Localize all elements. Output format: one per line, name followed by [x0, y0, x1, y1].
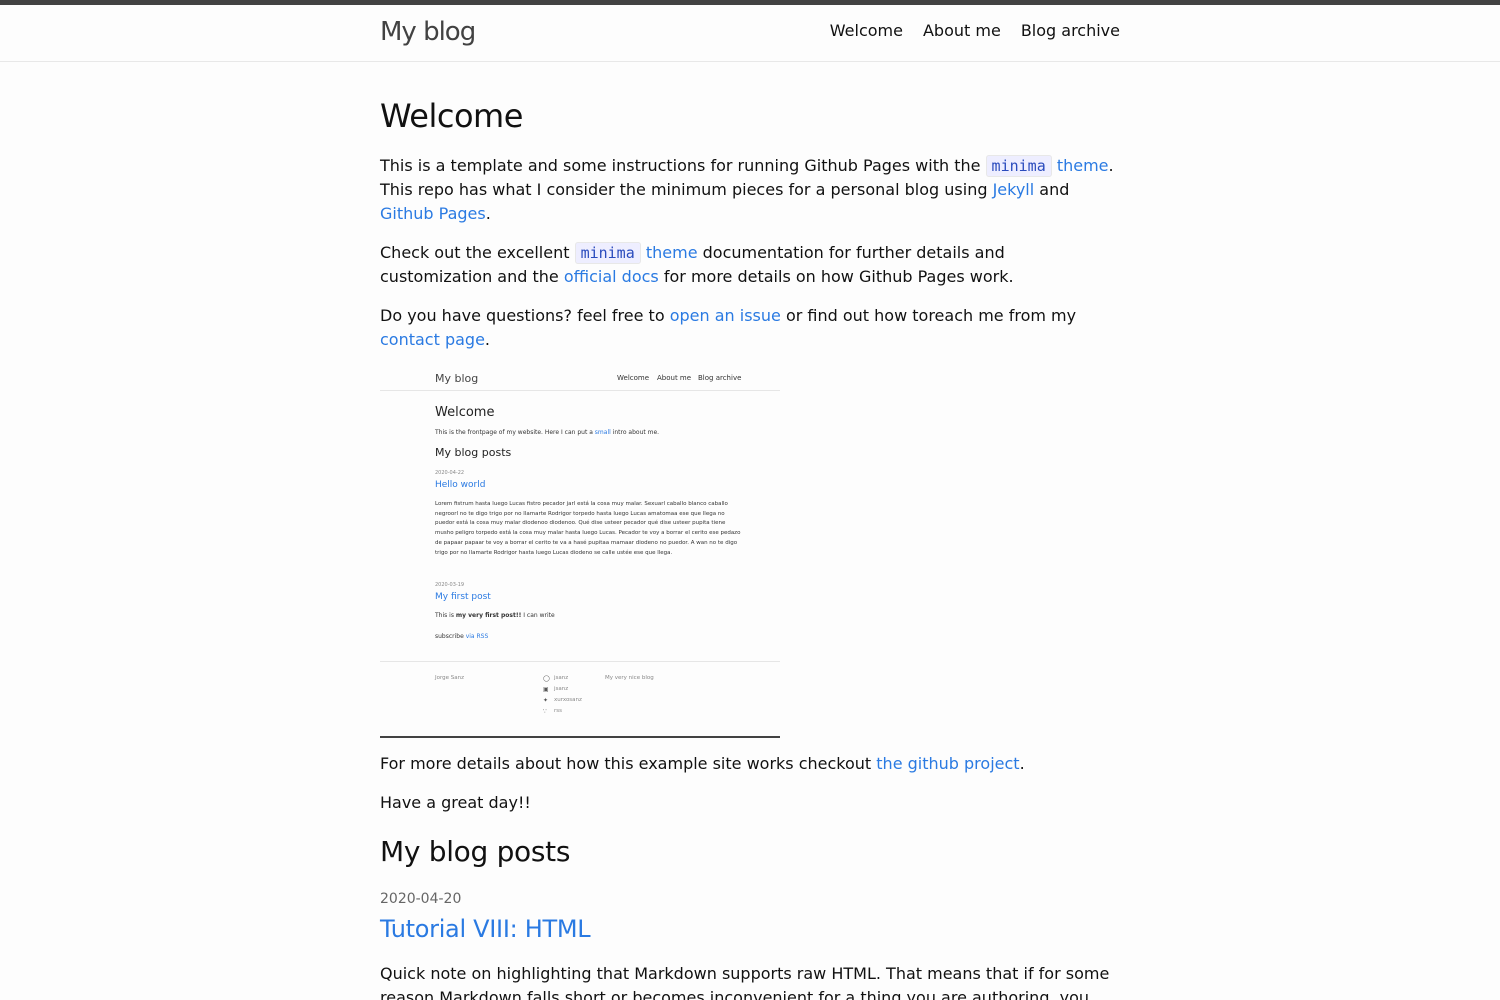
page-title: Welcome	[380, 97, 523, 135]
post-title-link[interactable]: Tutorial VIII: HTML	[380, 911, 591, 947]
post-excerpt: Quick note on highlighting that Markdown…	[380, 964, 1110, 1000]
shot-twitter-icon: ✦	[543, 697, 549, 704]
shot-footer-link-linkedin: jsanz	[554, 686, 569, 692]
shot-subscribe: subscribe via RSS	[435, 633, 489, 640]
shot-footer-description: My very nice blog	[605, 675, 654, 681]
site-title-link[interactable]: My blog	[380, 15, 476, 49]
shot-post2-excerpt: This is my very first post!! I can write	[435, 612, 555, 619]
shot-post1-title: Hello world	[435, 480, 486, 490]
shot-linkedin-icon: ▣	[543, 686, 549, 693]
shot-post2-title: My first post	[435, 592, 491, 602]
docs-paragraph: Check out the excellent minima theme doc…	[380, 242, 1014, 286]
shot-posts-heading: My blog posts	[435, 446, 512, 459]
shot-github-icon: ◯	[543, 675, 550, 682]
questions-paragraph: Do you have questions? feel free to open…	[380, 306, 1077, 349]
site-header: My blog Welcome About me Blog archive	[0, 5, 1500, 62]
shot-nav-welcome: Welcome	[617, 374, 650, 382]
intro-paragraph: This is a template and some instructions…	[380, 155, 1114, 223]
shot-footer-name: Jorge Sanz	[435, 675, 465, 681]
shot-footer-link-rss: rss	[554, 708, 562, 714]
post-date: 2020-04-20	[380, 891, 462, 907]
shot-footer-link-github: jsanz	[554, 675, 569, 681]
shot-nav-archive: Blog archive	[698, 374, 742, 382]
shot-footer-link-twitter: xurxosanz	[554, 697, 582, 703]
minima-theme-link[interactable]: minima theme	[574, 242, 698, 264]
posts-heading: My blog posts	[380, 835, 571, 868]
site-nav: Welcome About me Blog archive	[830, 19, 1120, 43]
shot-footer-divider	[380, 661, 780, 662]
shot-heading: Welcome	[435, 405, 495, 420]
shot-post1-excerpt: Lorem fistrum hasta luego Lucas fistro p…	[435, 501, 741, 556]
shot-header-divider	[380, 390, 780, 391]
github-project-link[interactable]: the github project	[876, 754, 1019, 773]
example-site-screenshot: My blog Welcome About me Blog archive We…	[380, 364, 780, 738]
shot-post2-date: 2020-03-19	[435, 582, 465, 588]
official-docs-link[interactable]: official docs	[564, 267, 659, 286]
closing-paragraph: Have a great day!!	[380, 793, 531, 812]
jekyll-link[interactable]: Jekyll	[993, 180, 1035, 199]
project-paragraph: For more details about how this example …	[380, 754, 1025, 773]
shot-nav-about: About me	[657, 374, 692, 382]
minima-code-link[interactable]: minima theme	[985, 155, 1109, 177]
contact-page-link[interactable]: contact page	[380, 330, 485, 349]
shot-site-title: My blog	[435, 372, 479, 385]
open-issue-link[interactable]: open an issue	[670, 306, 781, 325]
shot-intro: This is the frontpage of my website. Her…	[435, 429, 660, 436]
shot-rss-icon: ∵	[543, 708, 547, 715]
nav-welcome[interactable]: Welcome	[830, 19, 903, 43]
github-pages-link[interactable]: Github Pages	[380, 204, 486, 223]
nav-about-me[interactable]: About me	[923, 19, 1001, 43]
shot-post1-date: 2020-04-22	[435, 470, 465, 476]
nav-blog-archive[interactable]: Blog archive	[1021, 19, 1120, 43]
